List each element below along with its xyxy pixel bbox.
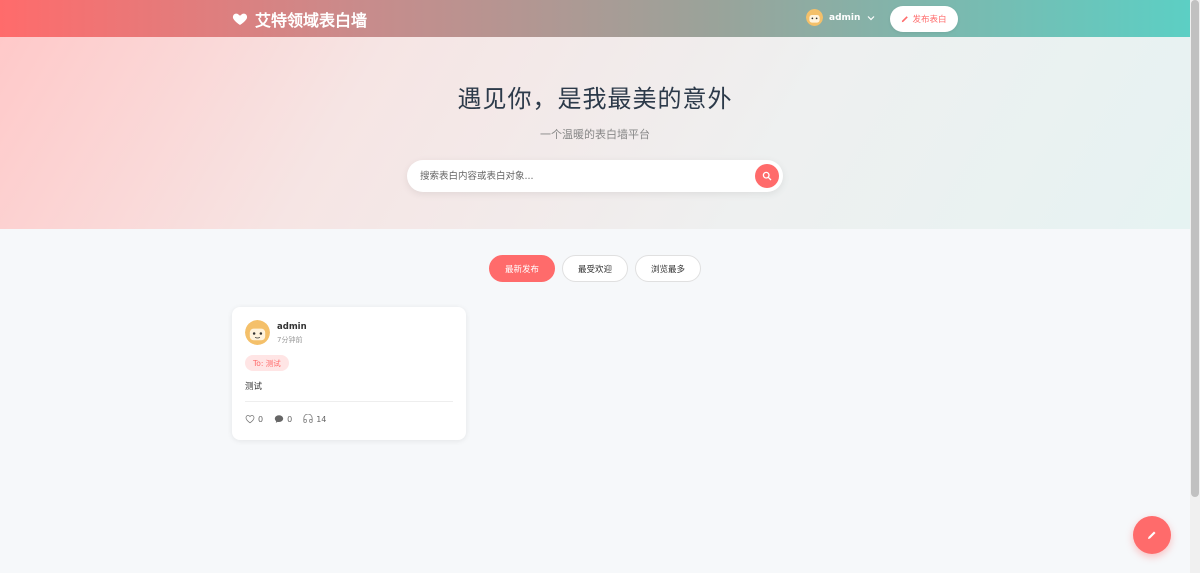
page-scrollbar[interactable] (1190, 0, 1200, 573)
tab-latest[interactable]: 最新发布 (489, 255, 556, 282)
views-stat: 14 (303, 414, 326, 424)
top-navbar: 艾特领域表白墙 admin 发布表白 (0, 0, 1190, 37)
user-name: admin (829, 12, 861, 23)
chevron-down-icon (867, 15, 875, 20)
card-divider (245, 401, 453, 402)
post-recipient-tag: To: 测试 (245, 355, 289, 371)
search-button[interactable] (755, 164, 779, 188)
hero-title: 遇见你，是我最美的意外 (457, 85, 733, 113)
pencil-icon (902, 16, 909, 23)
post-content: 测试 (245, 382, 263, 392)
views-count: 14 (316, 414, 327, 424)
pencil-icon (1148, 531, 1156, 539)
like-icon (245, 415, 255, 424)
post-stats: 0 0 14 (245, 414, 326, 424)
sort-tabs: 最新发布 最受欢迎 浏览最多 (489, 255, 702, 282)
hero-section: 遇见你，是我最美的意外 一个温暖的表白墙平台 (0, 37, 1190, 229)
scrollbar-thumb[interactable] (1191, 0, 1199, 497)
post-time: 7分钟前 (277, 336, 303, 344)
tab-most-viewed[interactable]: 浏览最多 (635, 255, 702, 282)
comment-icon (274, 415, 284, 423)
hero-subtitle: 一个温暖的表白墙平台 (540, 128, 650, 141)
views-icon (303, 414, 313, 423)
user-avatar (806, 9, 823, 26)
tab-popular[interactable]: 最受欢迎 (562, 255, 629, 282)
publish-button[interactable]: 发布表白 (890, 6, 958, 32)
post-author[interactable]: admin (277, 322, 307, 332)
like-count: 0 (258, 414, 264, 424)
brand-logo[interactable]: 艾特领域表白墙 (232, 8, 367, 30)
search-icon (762, 171, 772, 181)
author-avatar (245, 320, 270, 345)
post-card[interactable]: admin 7分钟前 To: 测试 测试 0 0 14 (232, 307, 466, 440)
floating-publish-button[interactable] (1133, 516, 1171, 554)
like-button[interactable]: 0 (245, 414, 263, 424)
search-box (407, 160, 783, 192)
search-input[interactable] (407, 160, 737, 192)
user-menu[interactable]: admin (806, 9, 876, 26)
heart-icon (232, 13, 248, 25)
comment-button[interactable]: 0 (274, 414, 292, 424)
brand-title: 艾特领域表白墙 (255, 11, 368, 30)
comment-count: 0 (287, 414, 293, 424)
publish-label: 发布表白 (912, 15, 947, 25)
